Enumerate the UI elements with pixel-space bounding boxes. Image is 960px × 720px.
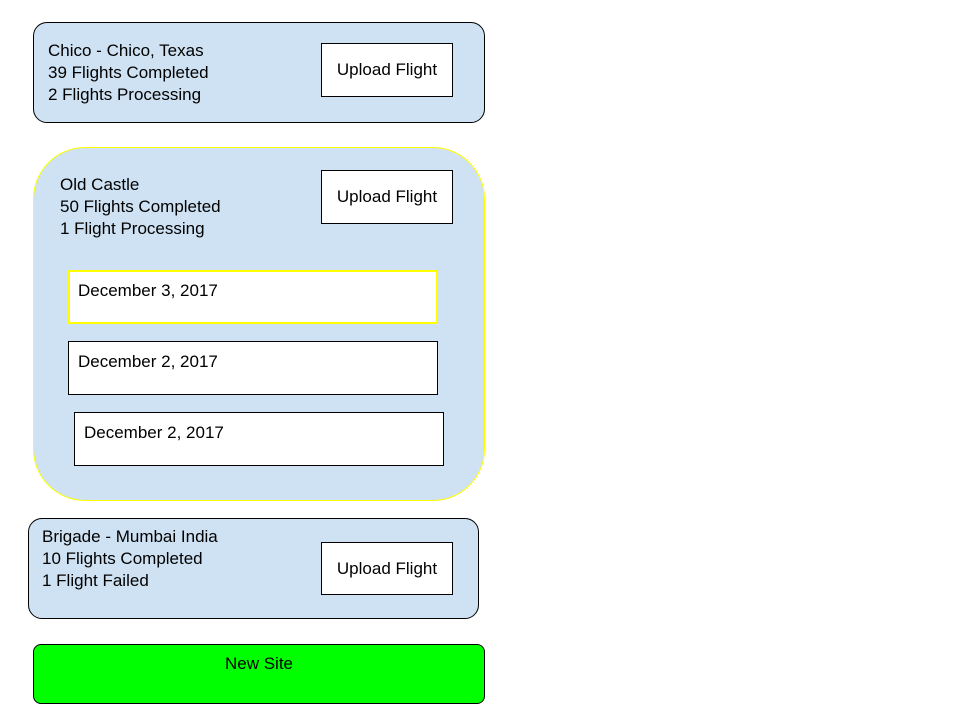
flights-completed: 50 Flights Completed [60,197,221,216]
flights-status: 1 Flight Failed [42,571,149,590]
flights-status: 1 Flight Processing [60,219,205,238]
flights-completed: 10 Flights Completed [42,549,203,568]
upload-flight-button[interactable]: Upload Flight [321,542,453,595]
flights-status: 2 Flights Processing [48,85,202,104]
upload-flight-button[interactable]: Upload Flight [321,170,453,224]
site-name: Brigade - Mumbai India [42,527,218,546]
site-card-brigade[interactable]: Brigade - Mumbai India 10 Flights Comple… [28,518,479,619]
flight-list-item[interactable]: December 2, 2017 [68,341,438,395]
flight-list-item[interactable]: December 3, 2017 [68,270,438,324]
upload-flight-button[interactable]: Upload Flight [321,43,453,97]
new-site-button[interactable]: New Site [33,644,485,704]
flight-date: December 3, 2017 [78,281,218,300]
site-info: Chico - Chico, Texas 39 Flights Complete… [48,40,209,106]
site-name: Chico - Chico, Texas [48,41,204,60]
site-name: Old Castle [60,175,140,194]
flight-list-item[interactable]: December 2, 2017 [74,412,444,466]
site-card-chico[interactable]: Chico - Chico, Texas 39 Flights Complete… [33,22,485,123]
site-info: Old Castle 50 Flights Completed 1 Flight… [60,174,221,240]
site-card-old-castle[interactable]: Old Castle 50 Flights Completed 1 Flight… [33,147,485,501]
flights-completed: 39 Flights Completed [48,63,209,82]
flight-date: December 2, 2017 [84,423,224,442]
site-info: Brigade - Mumbai India 10 Flights Comple… [42,526,218,592]
flight-date: December 2, 2017 [78,352,218,371]
